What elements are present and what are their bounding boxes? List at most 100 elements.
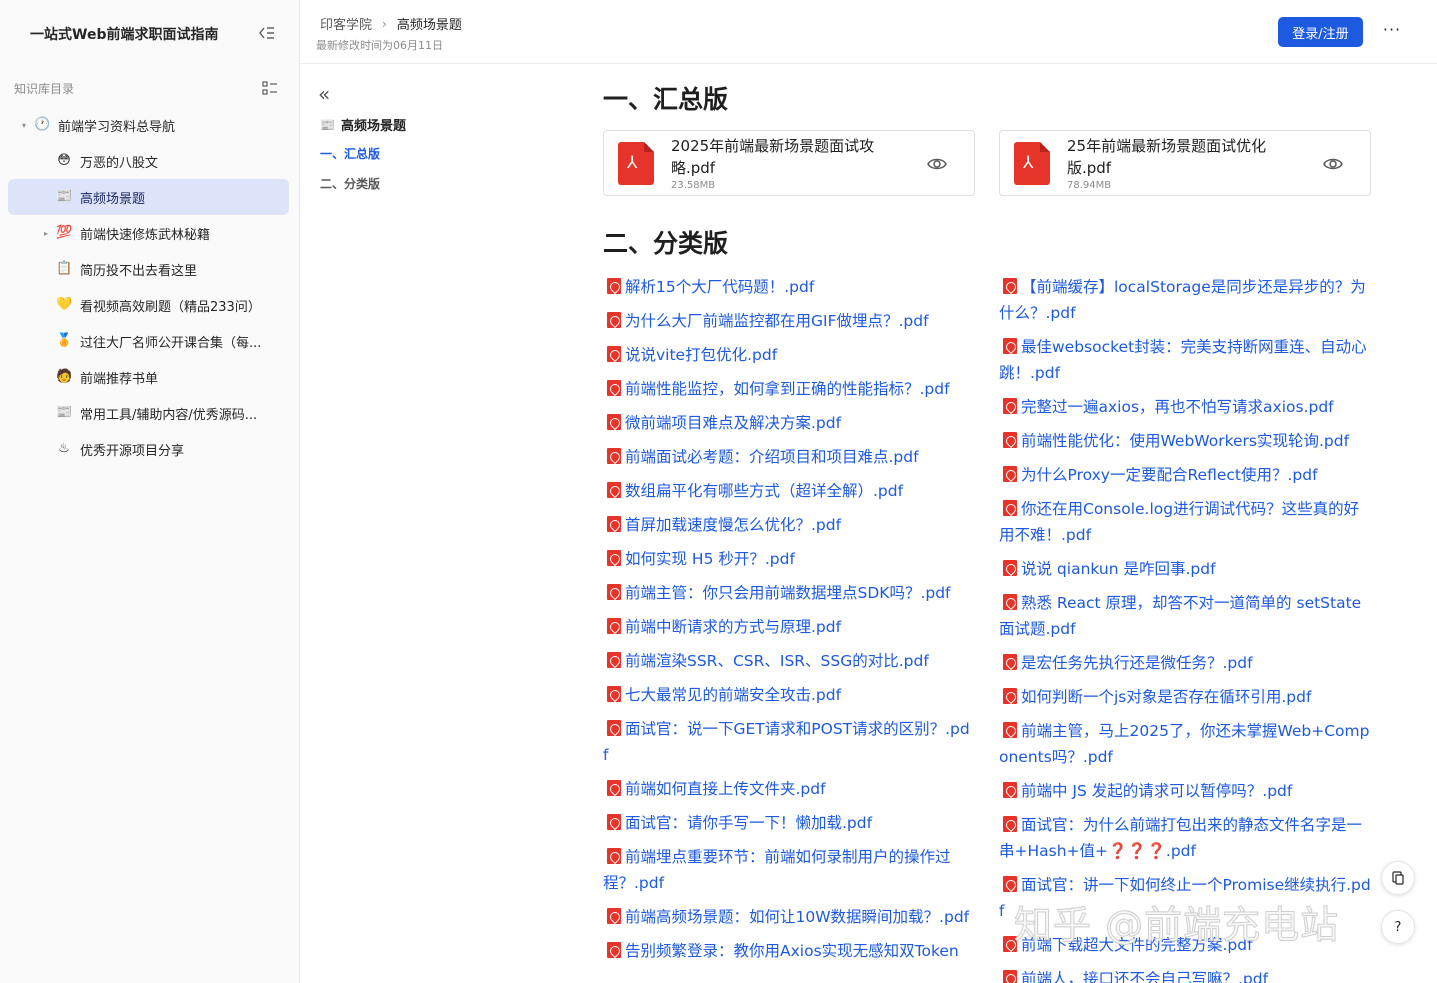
sidebar-item-label: 万恶的八股文: [80, 155, 159, 171]
pdf-link-text: 微前端项目难点及解决方案.pdf: [625, 414, 842, 432]
pdf-link[interactable]: 解析15个大厂代码题！.pdf: [603, 274, 975, 300]
pdf-link[interactable]: 数组扁平化有哪些方式（超详全解）.pdf: [603, 478, 975, 504]
item-emoji-icon: 💯: [56, 225, 73, 240]
pdf-link[interactable]: 为什么Proxy一定要配合Reflect使用？.pdf: [999, 462, 1371, 488]
item-emoji-icon: 🧑: [56, 369, 73, 384]
pdf-link[interactable]: 前端中断请求的方式与原理.pdf: [603, 614, 975, 640]
list-view-icon[interactable]: [262, 80, 278, 96]
pdf-icon: [607, 380, 621, 396]
pdf-link[interactable]: 最佳websocket封装：完美支持断网重连、自动心跳！.pdf: [999, 334, 1371, 386]
help-icon[interactable]: ?: [1381, 910, 1415, 944]
pdf-icon: [1003, 466, 1017, 482]
toc-title-text: 高频场景题: [340, 119, 406, 134]
item-emoji-icon: 🏅: [56, 333, 73, 348]
pdf-link[interactable]: 完整过一遍axios，再也不怕写请求axios.pdf: [999, 394, 1371, 420]
toc-item-summary[interactable]: 一、汇总版: [320, 145, 380, 162]
pdf-link-text: 前端性能优化：使用WebWorkers实现轮询.pdf: [1021, 432, 1350, 450]
file-card[interactable]: ⅄ 2025年前端最新场景题面试攻略.pdf 23.58MB: [603, 130, 975, 196]
item-emoji-icon: 🕐: [34, 117, 51, 132]
item-emoji-icon: 💛: [56, 297, 73, 312]
toc-title[interactable]: 📰 高频场景题: [320, 115, 406, 135]
pdf-link[interactable]: 告别频繁登录：教你用Axios实现无感知双Token: [603, 938, 975, 964]
pdf-icon: [607, 652, 621, 668]
pdf-icon: [607, 942, 621, 958]
sidebar-item[interactable]: 💛 看视频高效刷题（精品233问）: [8, 287, 289, 323]
pdf-link[interactable]: 前端如何直接上传文件夹.pdf: [603, 776, 975, 802]
pdf-link[interactable]: 首屏加载速度慢怎么优化？.pdf: [603, 512, 975, 538]
sidebar-item[interactable]: 📋 简历投不出去看这里: [8, 251, 289, 287]
pdf-link[interactable]: 说说 qiankun 是咋回事.pdf: [999, 556, 1371, 582]
sidebar-item-label: 看视频高效刷题（精品233问）: [80, 299, 261, 315]
pdf-link[interactable]: 前端面试必考题：介绍项目和项目难点.pdf: [603, 444, 975, 470]
pdf-icon: [1003, 654, 1017, 670]
pdf-link[interactable]: 说说vite打包优化.pdf: [603, 342, 975, 368]
pdf-link[interactable]: 前端主管：你只会用前端数据埋点SDK吗？.pdf: [603, 580, 975, 606]
knowledge-base-title[interactable]: 一站式Web前端求职面试指南: [30, 24, 218, 44]
pdf-link[interactable]: 七大最常见的前端安全攻击.pdf: [603, 682, 975, 708]
sidebar-item[interactable]: 🧑 前端推荐书单: [8, 359, 289, 395]
breadcrumb-item-root[interactable]: 印客学院: [320, 14, 372, 33]
pdf-link-text: 为什么大厂前端监控都在用GIF做埋点？.pdf: [625, 312, 929, 330]
pdf-link[interactable]: 前端性能优化：使用WebWorkers实现轮询.pdf: [999, 428, 1371, 454]
pdf-icon: [1003, 876, 1017, 892]
pdf-link-text: 告别频繁登录：教你用Axios实现无感知双Token: [625, 942, 959, 960]
chevron-right-icon[interactable]: ▸: [40, 229, 52, 238]
pdf-link-text: 前端人，接口还不会自己写嘛？.pdf: [1021, 970, 1269, 983]
pdf-link[interactable]: 是宏任务先执行还是微任务？.pdf: [999, 650, 1371, 676]
pdf-link[interactable]: 前端埋点重要环节：前端如何录制用户的操作过程？.pdf: [603, 844, 975, 896]
pdf-link[interactable]: 【前端缓存】localStorage是同步还是异步的？为什么？.pdf: [999, 274, 1371, 326]
sidebar-item[interactable]: 😳 万恶的八股文: [8, 143, 289, 179]
section-label: 知识库目录: [14, 82, 75, 96]
pdf-link[interactable]: 前端人，接口还不会自己写嘛？.pdf: [999, 966, 1371, 983]
pdf-link[interactable]: 前端主管，马上2025了，你还未掌握Web+Components吗？.pdf: [999, 718, 1371, 770]
sidebar-item[interactable]: 📰 高频场景题: [8, 179, 289, 215]
pdf-link[interactable]: 面试官：为什么前端打包出来的静态文件名字是一串+Hash+值+❓❓❓.pdf: [999, 812, 1371, 864]
pdf-icon: [607, 584, 621, 600]
sidebar-item-label: 常用工具/辅助内容/优秀源码...: [80, 407, 258, 423]
file-card[interactable]: ⅄ 25年前端最新场景题面试优化版.pdf 78.94MB: [999, 130, 1371, 196]
collapse-toc-icon[interactable]: «: [318, 84, 330, 104]
item-emoji-icon: 📰: [56, 189, 73, 204]
sidebar-item[interactable]: ▸ 💯 前端快速修炼武林秘籍: [8, 215, 289, 251]
pdf-link[interactable]: 如何实现 H5 秒开？.pdf: [603, 546, 975, 572]
pdf-link-text: 面试官：说一下GET请求和POST请求的区别？.pdf: [603, 720, 970, 764]
pdf-link[interactable]: 前端高频场景题：如何让10W数据瞬间加载？.pdf: [603, 904, 975, 930]
collapse-sidebar-icon[interactable]: [258, 24, 276, 42]
toc-item-categorized[interactable]: 二、分类版: [320, 175, 380, 192]
preview-eye-icon[interactable]: [926, 153, 948, 175]
pdf-icon: [607, 278, 621, 294]
pdf-icon: [607, 414, 621, 430]
preview-eye-icon[interactable]: [1322, 153, 1344, 175]
sidebar-item[interactable]: ♨ 优秀开源项目分享: [8, 431, 289, 467]
copy-icon[interactable]: [1381, 861, 1415, 895]
more-options-icon[interactable]: ···: [1380, 18, 1404, 42]
pdf-link[interactable]: 熟悉 React 原理，却答不对一道简单的 setState 面试题.pdf: [999, 590, 1371, 642]
sidebar-item[interactable]: 🏅 过往大厂名师公开课合集（每...: [8, 323, 289, 359]
sidebar-item-label: 高频场景题: [80, 191, 146, 207]
pdf-link-text: 为什么Proxy一定要配合Reflect使用？.pdf: [1021, 466, 1318, 484]
pdf-link[interactable]: 你还在用Console.log进行调试代码？这些真的好用不难！.pdf: [999, 496, 1371, 548]
pdf-link[interactable]: 前端渲染SSR、CSR、ISR、SSG的对比.pdf: [603, 648, 975, 674]
pdf-link[interactable]: 面试官：说一下GET请求和POST请求的区别？.pdf: [603, 716, 975, 768]
pdf-link[interactable]: 为什么大厂前端监控都在用GIF做埋点？.pdf: [603, 308, 975, 334]
breadcrumb: 印客学院 › 高频场景题: [320, 14, 462, 34]
pdf-link[interactable]: 前端中 JS 发起的请求可以暂停吗？.pdf: [999, 778, 1371, 804]
pdf-link[interactable]: 微前端项目难点及解决方案.pdf: [603, 410, 975, 436]
pdf-link[interactable]: 面试官：请你手写一下！懒加载.pdf: [603, 810, 975, 836]
chevron-down-icon[interactable]: ▾: [18, 121, 30, 130]
table-of-contents: « 📰 高频场景题 一、汇总版 二、分类版: [300, 64, 580, 983]
pdf-link-text: 前端埋点重要环节：前端如何录制用户的操作过程？.pdf: [603, 848, 951, 892]
sidebar-item[interactable]: 📰 常用工具/辅助内容/优秀源码...: [8, 395, 289, 431]
pdf-link-text: 前端主管：你只会用前端数据埋点SDK吗？.pdf: [625, 584, 951, 602]
login-button[interactable]: 登录/注册: [1278, 17, 1363, 47]
pdf-link-text: 熟悉 React 原理，却答不对一道简单的 setState 面试题.pdf: [999, 594, 1362, 638]
pdf-link-text: 首屏加载速度慢怎么优化？.pdf: [625, 516, 842, 534]
document-body: 一、汇总版 ⅄ 2025年前端最新场景题面试攻略.pdf 23.58MB ⅄ 2…: [603, 64, 1393, 983]
sidebar-item[interactable]: ▾ 🕐 前端学习资料总导航: [8, 107, 289, 143]
pdf-link[interactable]: 前端性能监控，如何拿到正确的性能指标？.pdf: [603, 376, 975, 402]
pdf-link[interactable]: 如何判断一个js对象是否存在循环引用.pdf: [999, 684, 1371, 710]
pdf-link-text: 如何判断一个js对象是否存在循环引用.pdf: [1021, 688, 1312, 706]
pdf-icon: [607, 908, 621, 924]
pdf-icon: [607, 848, 621, 864]
pdf-icon: [1003, 278, 1017, 294]
